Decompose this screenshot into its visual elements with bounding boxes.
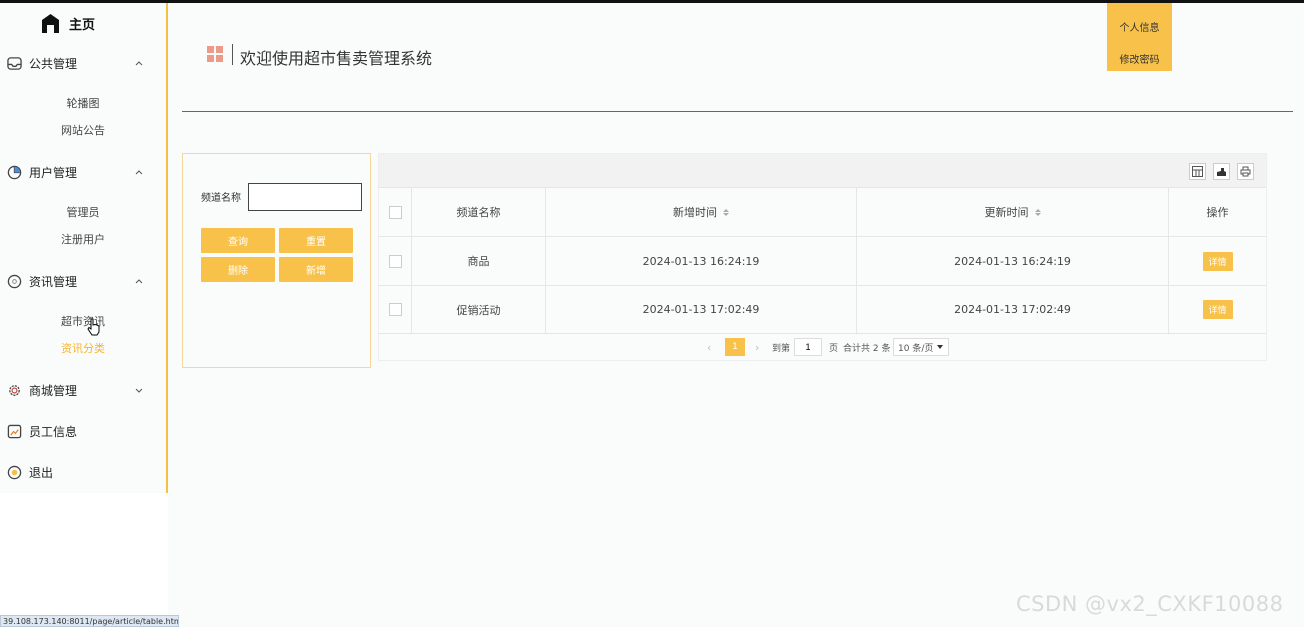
chevron-down-icon (135, 388, 143, 393)
table-header-row: 频道名称 新增时间 更新时间 操作 (379, 188, 1266, 237)
channel-name-label: 频道名称 (201, 193, 241, 204)
circle-info-icon (7, 274, 22, 288)
channel-name-input[interactable] (248, 183, 362, 211)
pagination: ‹ 1 › 到第 页 合计共 2 条 10 条/页 (379, 334, 1266, 360)
sidebar-group-public[interactable]: 公共管理 (0, 52, 166, 74)
select-all-checkbox[interactable] (388, 205, 402, 219)
detail-button[interactable]: 详情 (1202, 251, 1233, 271)
inbox-icon (7, 56, 22, 70)
page-size-select[interactable]: 10 条/页 (893, 338, 950, 356)
row-checkbox-cell (379, 286, 412, 333)
sidebar-item-news-category[interactable]: 资讯分类 (0, 340, 166, 356)
title-divider (232, 44, 233, 65)
sidebar-home[interactable]: 主页 (42, 12, 95, 34)
next-page-icon[interactable]: › (755, 341, 759, 354)
id-card-icon (7, 424, 22, 438)
sidebar-group-label: 商城管理 (29, 383, 78, 398)
cell-channel-name: 商品 (412, 237, 546, 285)
sidebar-group-news[interactable]: 资讯管理 (0, 270, 166, 292)
sidebar-logout[interactable]: 退出 (0, 461, 166, 483)
sidebar: 主页 公共管理 轮播图 网站公告 用户管理 管理员 注册用户 资讯管理 超市资讯… (0, 3, 168, 493)
sidebar-item-supermarket-news[interactable]: 超市资讯 (0, 313, 166, 329)
header-label: 新增时间 (673, 206, 717, 219)
header-checkbox-cell (379, 188, 412, 236)
header-divider (182, 111, 1293, 112)
sort-icon[interactable] (723, 208, 729, 216)
sort-icon[interactable] (1034, 208, 1041, 216)
data-table: 频道名称 新增时间 更新时间 操作 商品 2024-01-13 16:24:19… (378, 153, 1267, 361)
detail-button[interactable]: 详情 (1202, 300, 1233, 319)
header-action: 操作 (1206, 206, 1229, 219)
print-icon[interactable] (1237, 163, 1254, 180)
row-checkbox-cell (379, 237, 412, 285)
logout-icon (7, 465, 22, 479)
header-channel-name: 频道名称 (412, 188, 546, 236)
page-title: 欢迎使用超市售卖管理系统 (240, 49, 433, 68)
sidebar-group-users[interactable]: 用户管理 (0, 161, 166, 183)
profile-button[interactable]: 个人信息 (1107, 3, 1172, 46)
sidebar-group-staff[interactable]: 员工信息 (0, 420, 166, 442)
add-button[interactable]: 新增 (279, 257, 353, 282)
home-icon (42, 13, 59, 33)
goto-page-input[interactable] (794, 338, 822, 356)
cell-action: 详情 (1169, 237, 1266, 285)
total-count: 合计共 2 条 (843, 343, 891, 354)
sidebar-group-mall[interactable]: 商城管理 (0, 379, 166, 401)
table-row: 商品 2024-01-13 16:24:19 2024-01-13 16:24:… (379, 237, 1266, 286)
cell-updated-time: 2024-01-13 17:02:49 (857, 286, 1169, 333)
sidebar-group-label: 退出 (29, 465, 54, 480)
sidebar-home-label: 主页 (69, 17, 96, 33)
sidebar-item-registered-users[interactable]: 注册用户 (0, 231, 166, 247)
cell-channel-name: 促销活动 (412, 286, 546, 333)
browser-status-url: 39.108.173.140:8011/page/article/table.h… (0, 615, 179, 627)
chevron-up-icon (135, 279, 143, 284)
watermark: CSDN @vx2_CXKF10088 (1016, 592, 1284, 616)
pie-chart-icon (7, 165, 22, 179)
change-password-button[interactable]: 修改密码 (1107, 46, 1172, 71)
cell-action: 详情 (1169, 286, 1266, 333)
chevron-up-icon (135, 170, 143, 175)
hand-cursor-icon (87, 318, 100, 336)
delete-button[interactable]: 删除 (201, 257, 275, 282)
chevron-down-icon (937, 345, 944, 349)
sidebar-item-admin[interactable]: 管理员 (0, 204, 166, 220)
sidebar-item-announcement[interactable]: 网站公告 (0, 122, 166, 138)
columns-icon[interactable] (1189, 163, 1206, 180)
cell-updated-time: 2024-01-13 16:24:19 (857, 237, 1169, 285)
export-icon[interactable] (1213, 163, 1230, 180)
sidebar-bottom-blank (0, 493, 168, 627)
gear-icon (9, 384, 20, 396)
prev-page-icon[interactable]: ‹ (707, 341, 711, 354)
search-panel: 频道名称 查询 重置 删除 新增 (182, 153, 371, 368)
header-label: 更新时间 (984, 206, 1029, 219)
table-row: 促销活动 2024-01-13 17:02:49 2024-01-13 17:0… (379, 286, 1266, 334)
reset-button[interactable]: 重置 (279, 228, 353, 253)
sidebar-group-label: 用户管理 (29, 165, 78, 180)
page-unit-label: 页 (829, 343, 839, 354)
header-created-time[interactable]: 新增时间 (546, 188, 857, 236)
table-toolbar (379, 154, 1266, 188)
sidebar-item-carousel[interactable]: 轮播图 (0, 95, 166, 111)
row-checkbox[interactable] (388, 254, 402, 268)
chevron-up-icon (135, 61, 143, 66)
page-size-value: 10 条/页 (898, 343, 934, 354)
goto-label: 到第 (772, 343, 791, 354)
grid-logo-icon (207, 46, 223, 62)
sidebar-group-label: 员工信息 (29, 424, 78, 439)
sidebar-group-label: 资讯管理 (29, 274, 78, 289)
query-button[interactable]: 查询 (201, 228, 275, 253)
sidebar-group-label: 公共管理 (29, 56, 78, 71)
cell-created-time: 2024-01-13 16:24:19 (546, 237, 857, 285)
current-page-button[interactable]: 1 (725, 338, 745, 356)
header-updated-time[interactable]: 更新时间 (857, 188, 1169, 236)
cell-created-time: 2024-01-13 17:02:49 (546, 286, 857, 333)
row-checkbox[interactable] (388, 303, 402, 316)
